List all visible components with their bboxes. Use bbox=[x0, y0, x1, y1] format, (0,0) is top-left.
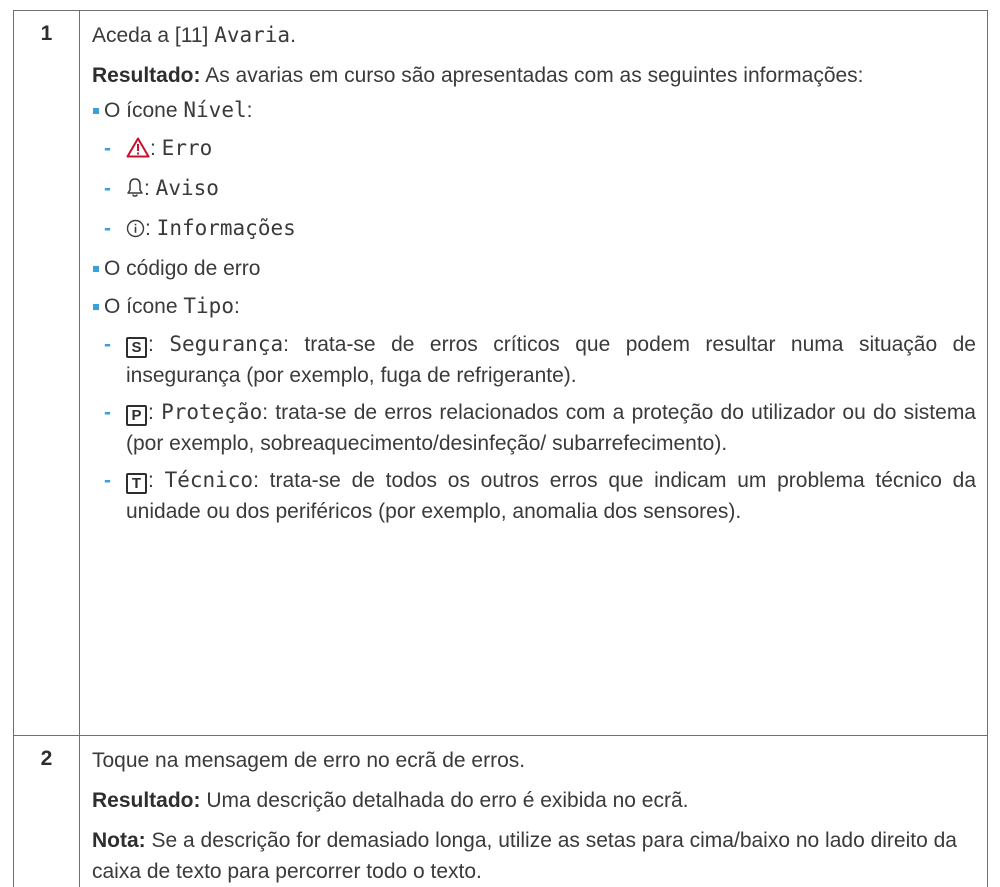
technical-type-icon: T bbox=[126, 473, 147, 494]
step-result: Resultado: As avarias em curso são apres… bbox=[92, 60, 976, 91]
step-row-2: 2 Toque na mensagem de erro no ecrã de e… bbox=[14, 736, 988, 887]
list-item: O ícone Nível: bbox=[92, 95, 976, 126]
bullet-square-icon bbox=[92, 291, 104, 322]
step-row-1: 1 Aceda a [11] Avaria. Resultado: As ava… bbox=[14, 11, 988, 736]
sub-list-item: - : Informações bbox=[104, 213, 976, 247]
step-instruction: Aceda a [11] Avaria. bbox=[92, 20, 976, 51]
sub-list-item: - T: Técnico: trata-se de todos os outro… bbox=[104, 465, 976, 527]
safety-type-icon: S bbox=[126, 337, 147, 358]
step-instruction: Toque na mensagem de erro no ecrã de err… bbox=[92, 745, 976, 776]
bell-icon bbox=[126, 176, 144, 207]
bullet-square-icon bbox=[92, 253, 104, 284]
result-label: Resultado: bbox=[92, 64, 201, 87]
sub-list-item: - : Aviso bbox=[104, 173, 976, 207]
sub-list-item: - S: Segurança: trata-se de erros crític… bbox=[104, 329, 976, 391]
list-item: O código de erro bbox=[92, 253, 976, 284]
step-number: 1 bbox=[14, 11, 80, 736]
note-label: Nota: bbox=[92, 829, 146, 852]
warning-triangle-icon bbox=[126, 136, 150, 167]
info-circle-icon bbox=[126, 216, 145, 247]
step-number: 2 bbox=[14, 736, 80, 887]
menu-name: Avaria bbox=[214, 23, 290, 47]
result-label: Resultado: bbox=[92, 789, 201, 812]
step-content: Aceda a [11] Avaria. Resultado: As avari… bbox=[80, 11, 988, 736]
sub-list-item: - P: Proteção: trata-se de erros relacio… bbox=[104, 397, 976, 459]
step-note: Nota: Se a descrição for demasiado longa… bbox=[92, 825, 976, 887]
step-result: Resultado: Uma descrição detalhada do er… bbox=[92, 785, 976, 816]
step-content: Toque na mensagem de erro no ecrã de err… bbox=[80, 736, 988, 887]
procedure-table: 1 Aceda a [11] Avaria. Resultado: As ava… bbox=[13, 10, 988, 887]
protection-type-icon: P bbox=[126, 405, 147, 426]
list-item: O ícone Tipo: bbox=[92, 291, 976, 322]
bullet-square-icon bbox=[92, 95, 104, 126]
sub-list-item: - : Erro bbox=[104, 133, 976, 167]
